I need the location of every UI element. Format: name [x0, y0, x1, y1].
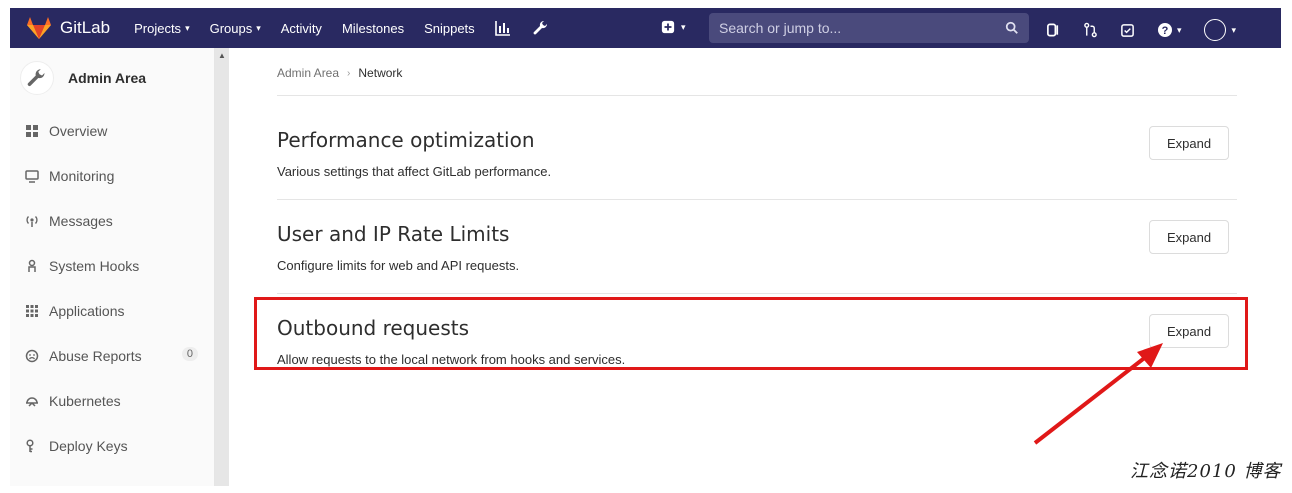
sidebar-item-label: Deploy Keys: [49, 437, 128, 454]
todo-icon[interactable]: [1120, 23, 1135, 38]
divider: [277, 293, 1237, 294]
help-dropdown[interactable]: ? ▾: [1157, 22, 1182, 38]
chevron-down-icon: ▾: [185, 22, 190, 33]
gitlab-tanuki-icon: [27, 17, 51, 39]
sidebar-item-system-hooks[interactable]: System Hooks: [10, 243, 214, 288]
breadcrumb-current: Network: [358, 66, 403, 80]
breadcrumb: Admin Area › Network: [277, 66, 402, 80]
sidebar-title: Admin Area: [68, 70, 147, 86]
abuse-count-badge: 0: [181, 347, 198, 361]
section-user-ip-rate-limits: User and IP Rate Limits Configure limits…: [277, 220, 1237, 273]
sidebar-item-label: Overview: [49, 122, 108, 139]
chart-icon[interactable]: [494, 20, 511, 36]
chevron-right-icon: ›: [347, 67, 351, 79]
sidebar-header[interactable]: Admin Area: [10, 48, 214, 108]
sidebar-item-label: Kubernetes: [49, 392, 121, 409]
breadcrumb-parent[interactable]: Admin Area: [277, 66, 339, 80]
sidebar-item-label: Applications: [49, 302, 125, 319]
highlight-box: [254, 297, 1248, 370]
navbar-right-icons: ? ▾ ▾: [1046, 19, 1258, 41]
chevron-down-icon: ▾: [1231, 24, 1237, 35]
sidebar-item-label: Messages: [49, 212, 113, 229]
nav-projects-label: Projects: [134, 20, 182, 36]
divider: [277, 199, 1237, 200]
svg-text:?: ?: [1162, 25, 1169, 37]
new-dropdown[interactable]: ▾: [661, 20, 686, 34]
chevron-down-icon: ▾: [1177, 24, 1182, 35]
brand-name: GitLab: [60, 18, 111, 37]
divider: [277, 95, 1237, 96]
section-description: Various settings that affect GitLab perf…: [277, 164, 552, 179]
top-navbar: GitLab Projects ▾ Groups ▾ Activity Milest…: [10, 8, 1281, 48]
monitor-icon: [25, 169, 39, 183]
issues-icon[interactable]: [1046, 22, 1061, 38]
scroll-up-arrow-icon[interactable]: ▲: [218, 51, 226, 60]
browser-frame: GitLab Projects ▾ Groups ▾ Activity Milest…: [10, 8, 1281, 486]
abuse-icon: [25, 349, 39, 362]
user-dropdown[interactable]: ▾: [1203, 19, 1237, 41]
sidebar-item-label: Abuse Reports: [49, 347, 142, 364]
expand-button[interactable]: Expand: [1149, 220, 1229, 254]
expand-button[interactable]: Expand: [1149, 126, 1229, 160]
sidebar-item-label: System Hooks: [49, 257, 140, 274]
search-icon[interactable]: [1005, 21, 1019, 35]
sidebar-item-kubernetes[interactable]: Kubernetes: [10, 378, 214, 423]
nav-projects[interactable]: Projects ▾: [134, 21, 190, 36]
sidebar-item-messages[interactable]: Messages: [10, 198, 214, 243]
nav-groups-label: Groups: [209, 20, 253, 36]
nav-activity-label: Activity: [280, 20, 322, 36]
section-description: Configure limits for web and API request…: [277, 258, 520, 273]
key-icon: [26, 438, 34, 452]
kubernetes-icon: [26, 396, 38, 407]
sidebar-item-overview[interactable]: Overview: [10, 108, 214, 153]
applications-icon: [26, 304, 38, 317]
section-title: Performance optimization: [277, 128, 535, 152]
section-title: User and IP Rate Limits: [277, 222, 510, 246]
sidebar-scrollbar[interactable]: ▲: [215, 48, 229, 486]
search-box: [709, 13, 1029, 43]
sidebar-item-monitoring[interactable]: Monitoring: [10, 153, 214, 198]
watermark: 江念诺2010 博客: [1130, 461, 1282, 482]
nav-activity[interactable]: Activity: [281, 21, 322, 36]
nav-snippets[interactable]: Snippets: [424, 21, 475, 36]
sidebar-item-label: Monitoring: [49, 167, 115, 184]
nav-milestones[interactable]: Milestones: [342, 21, 404, 36]
main-content: Admin Area › Network Performance optimiz…: [229, 48, 1281, 486]
merge-request-icon[interactable]: [1083, 22, 1098, 38]
chevron-down-icon: ▾: [256, 22, 261, 33]
section-performance-optimization: Performance optimization Various setting…: [277, 126, 1237, 179]
chevron-down-icon: ▾: [681, 21, 686, 32]
avatar: [1203, 19, 1226, 41]
gitlab-logo[interactable]: GitLab: [26, 16, 110, 40]
broadcast-icon: [26, 215, 38, 227]
admin-wrench-icon: [20, 61, 54, 95]
search-input[interactable]: [719, 20, 999, 36]
nav-snippets-label: Snippets: [424, 20, 475, 36]
plus-square-icon: [661, 20, 675, 34]
overview-icon: [26, 124, 38, 137]
sidebar-item-deploy-keys[interactable]: Deploy Keys: [10, 423, 214, 468]
nav-links: Projects ▾ Groups ▾ Activity Milestones Sn…: [134, 20, 571, 36]
sidebar-item-applications[interactable]: Applications: [10, 288, 214, 333]
admin-sidebar: Admin Area Overview Monitoring Messages …: [10, 48, 215, 486]
nav-milestones-label: Milestones: [341, 20, 405, 36]
sidebar-item-abuse-reports[interactable]: Abuse Reports 0: [10, 333, 214, 378]
hook-icon: [28, 259, 36, 272]
wrench-icon[interactable]: [533, 20, 549, 36]
nav-groups[interactable]: Groups ▾: [210, 21, 261, 36]
help-icon: ?: [1158, 23, 1172, 37]
